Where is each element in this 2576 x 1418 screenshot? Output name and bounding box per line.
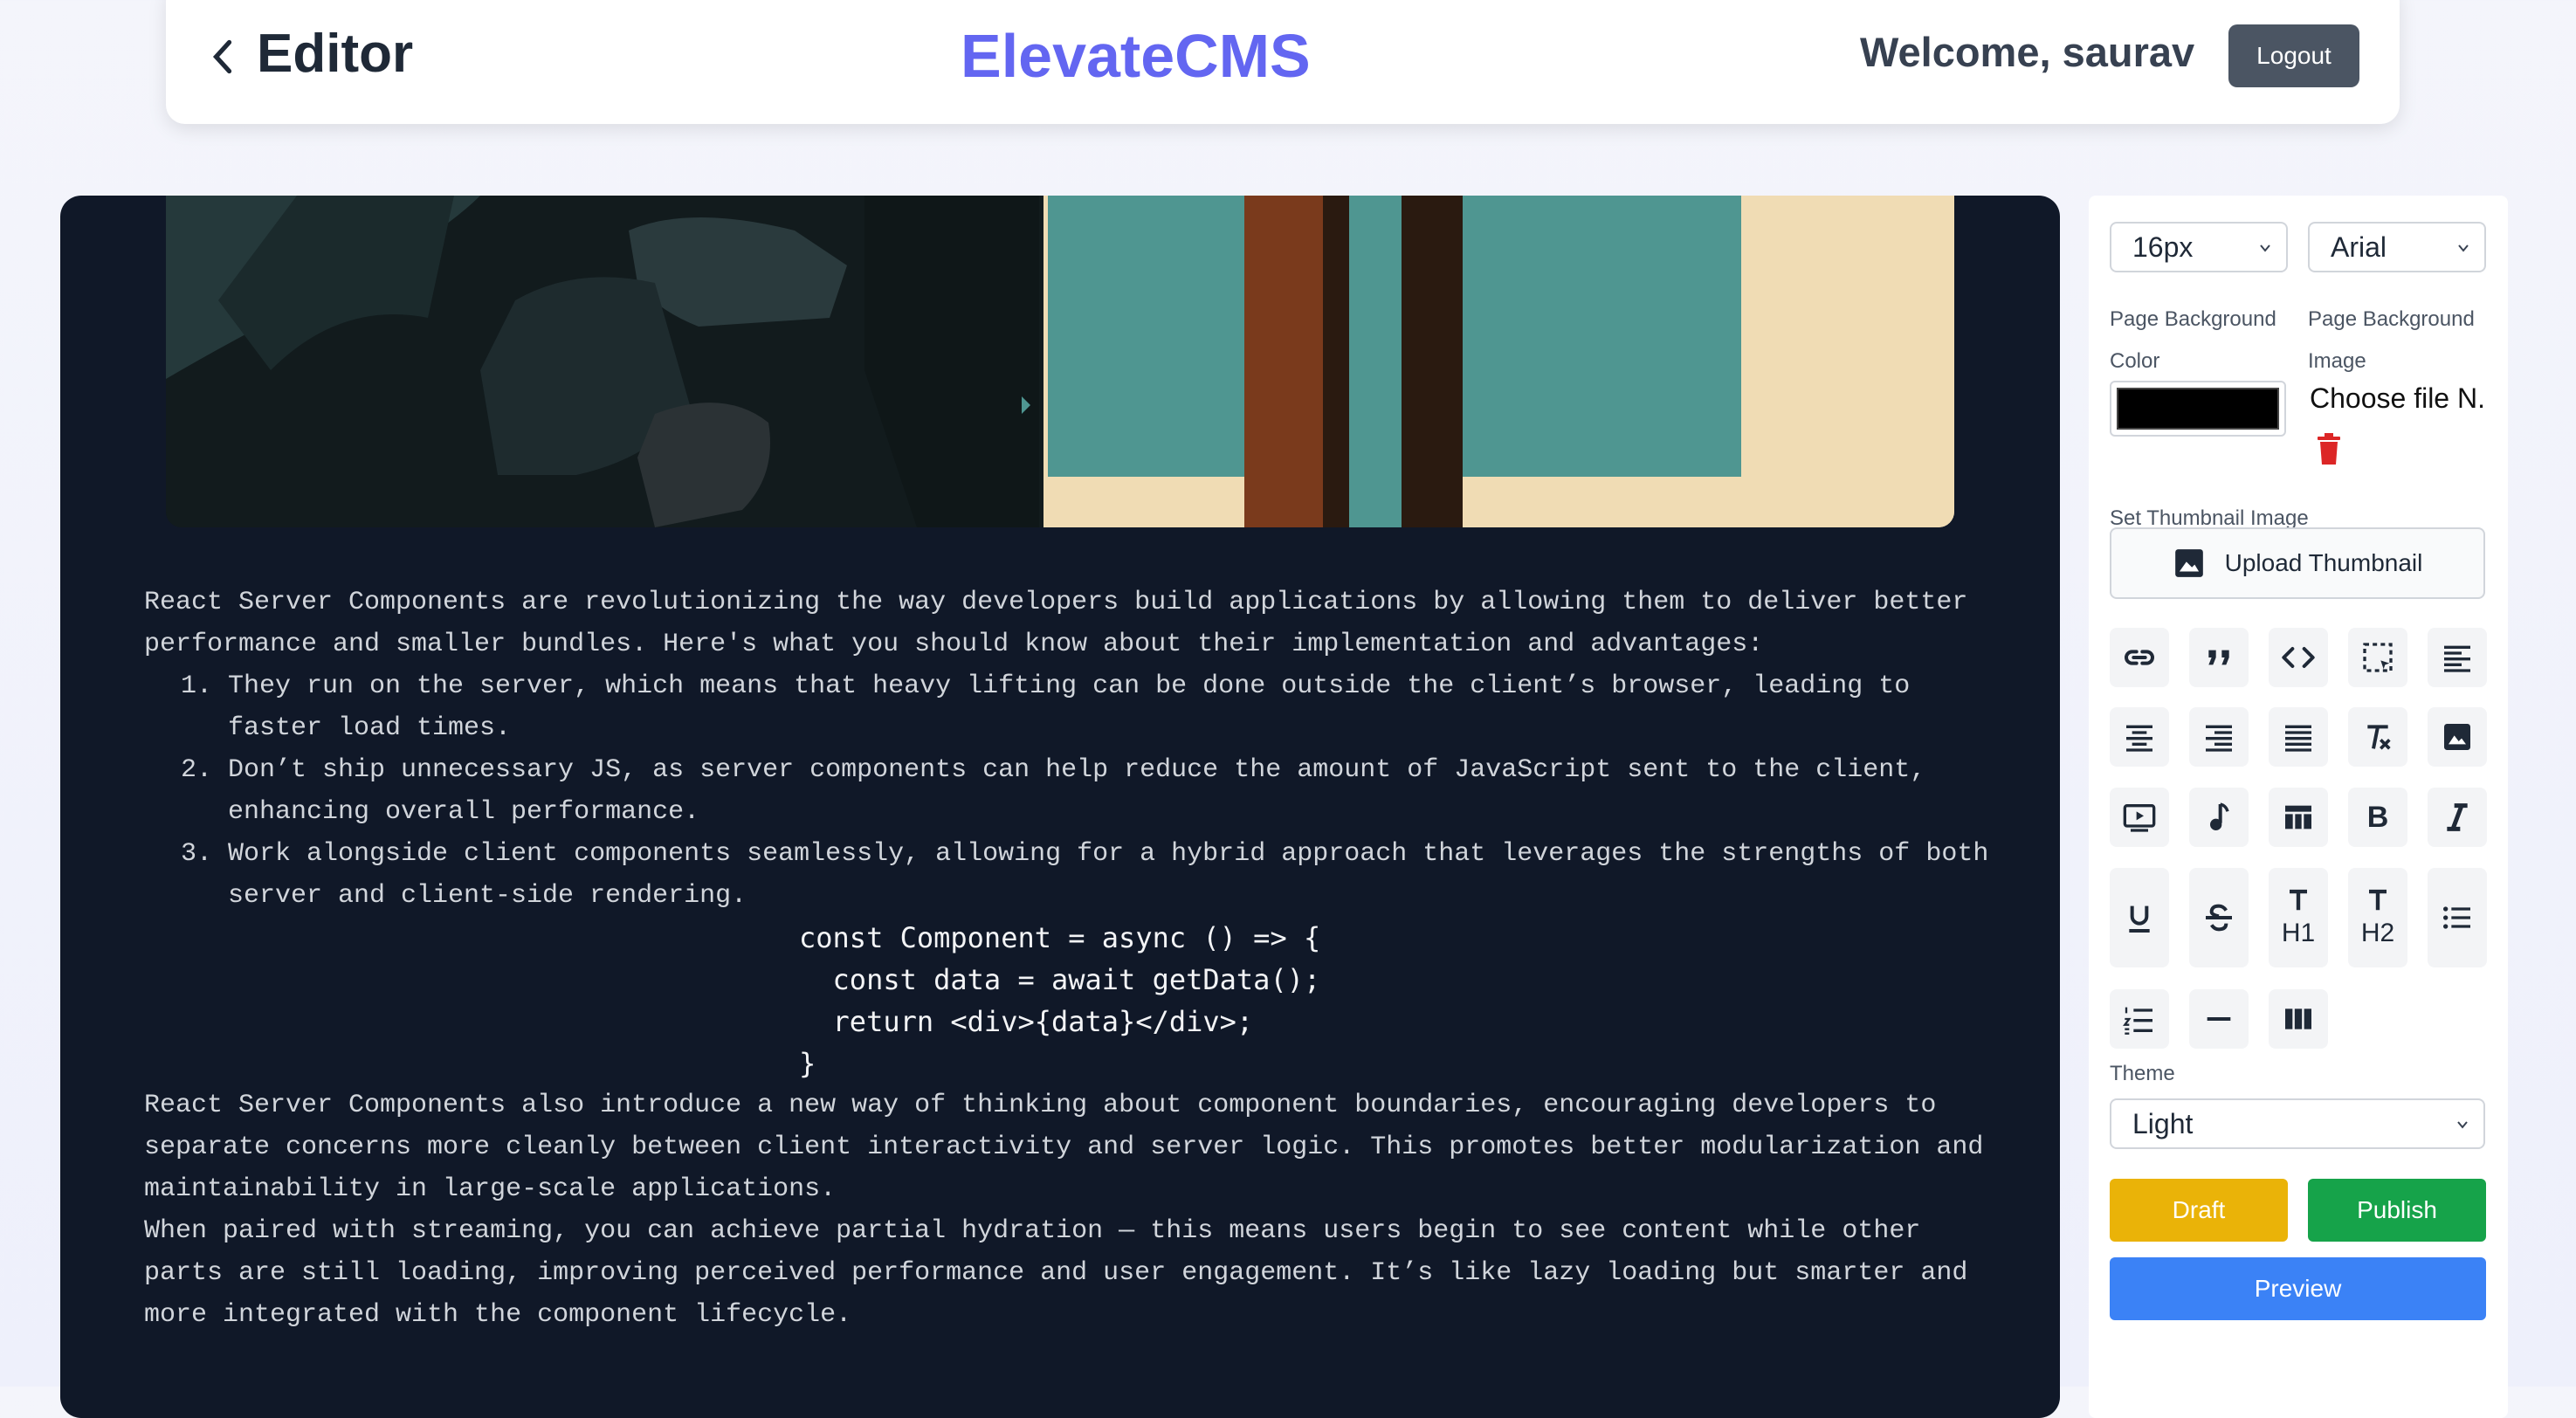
bg-color-label: Page Background Color — [2110, 307, 2276, 373]
article-list: They run on the server, which means that… — [144, 665, 1995, 917]
bg-image-label: Page Background Image — [2308, 307, 2475, 373]
brand-logo[interactable]: ElevateCMS — [961, 21, 1311, 91]
numbered-list-button[interactable] — [2110, 989, 2169, 1049]
bold-button[interactable]: B — [2348, 788, 2407, 847]
clear-format-icon — [2367, 725, 2391, 750]
back-button[interactable] — [210, 35, 236, 79]
bullet-list-button[interactable] — [2428, 868, 2487, 967]
insert-audio-button[interactable] — [2189, 788, 2249, 847]
publish-button[interactable]: Publish — [2308, 1179, 2486, 1242]
link-icon — [2125, 650, 2154, 665]
horizontal-rule-icon — [2207, 1017, 2231, 1021]
strikethrough-button[interactable] — [2189, 868, 2249, 967]
music-note-icon — [2210, 802, 2229, 830]
theme-value: Light — [2132, 1107, 2194, 1139]
preview-button[interactable]: Preview — [2110, 1257, 2486, 1320]
table-icon — [2285, 805, 2311, 829]
heading2-label: H2 — [2360, 919, 2395, 947]
video-icon — [2123, 804, 2156, 832]
chevron-down-icon — [2457, 1121, 2468, 1129]
font-size-select[interactable]: 16px — [2110, 222, 2288, 272]
code-line: const data = await getData(); — [799, 963, 1321, 996]
heading1-label: H1 — [2281, 919, 2316, 947]
horizontal-rule-button[interactable] — [2189, 989, 2249, 1049]
trash-icon[interactable] — [2316, 431, 2342, 466]
font-family-value: Arial — [2331, 231, 2387, 263]
article-content[interactable]: React Server Components are revolutioniz… — [144, 582, 1995, 1336]
insert-table-button[interactable] — [2269, 788, 2328, 847]
font-size-value: 16px — [2132, 231, 2194, 263]
bg-image-file-input[interactable]: Choose file N. — [2310, 382, 2485, 415]
quote-icon — [2208, 650, 2229, 665]
list-item: Work alongside client components seamles… — [228, 833, 1995, 917]
hero-illustration — [166, 196, 1954, 527]
theme-select[interactable]: Light — [2110, 1098, 2485, 1149]
image-icon — [2444, 724, 2470, 750]
underline-icon — [2129, 905, 2150, 933]
bold-icon: B — [2366, 800, 2389, 834]
align-right-button[interactable] — [2189, 707, 2249, 767]
hero-image — [166, 196, 1954, 527]
align-left-button[interactable] — [2428, 628, 2487, 687]
clear-format-button[interactable] — [2348, 707, 2407, 767]
heading-icon — [2369, 889, 2387, 911]
chevron-left-icon — [212, 39, 232, 74]
list-item: They run on the server, which means that… — [228, 665, 1995, 749]
theme-label: Theme — [2110, 1062, 2175, 1085]
columns-button[interactable] — [2269, 989, 2328, 1049]
article-paragraph: When paired with streaming, you can achi… — [144, 1216, 1984, 1330]
draft-button[interactable]: Draft — [2110, 1179, 2288, 1242]
article-paragraph-intro: React Server Components are revolutioniz… — [144, 588, 1984, 659]
code-line: } — [799, 1047, 816, 1080]
color-swatch-fill — [2117, 388, 2279, 430]
underline-button[interactable] — [2110, 868, 2169, 967]
image-icon — [2174, 549, 2203, 577]
heading-icon — [2290, 889, 2307, 911]
welcome-text: Welcome, saurav — [1860, 29, 2195, 75]
align-right-icon — [2206, 725, 2232, 752]
code-line: return <div>{data}</div>; — [799, 1005, 1254, 1038]
bg-color-picker[interactable] — [2110, 381, 2286, 437]
align-justify-button[interactable] — [2269, 707, 2328, 767]
strikethrough-icon — [2206, 904, 2232, 932]
font-family-select[interactable]: Arial — [2308, 222, 2486, 272]
numbered-list-icon — [2123, 1007, 2152, 1035]
page-title: Editor — [257, 24, 414, 84]
insert-image-button[interactable] — [2428, 707, 2487, 767]
select-icon — [2363, 643, 2393, 672]
select-all-button[interactable] — [2348, 628, 2407, 687]
upload-thumbnail-button[interactable]: Upload Thumbnail — [2110, 527, 2485, 599]
code-button[interactable] — [2269, 628, 2328, 687]
italic-icon — [2447, 803, 2468, 831]
article-paragraph: React Server Components also introduce a… — [144, 1091, 2000, 1204]
bullet-list-icon — [2443, 906, 2470, 929]
list-item: Don’t ship unnecessary JS, as server com… — [228, 749, 1995, 833]
insert-video-button[interactable] — [2110, 788, 2169, 847]
chevron-down-icon — [2458, 244, 2469, 252]
code-line: const Component = async () => { — [799, 921, 1321, 954]
blockquote-button[interactable] — [2189, 628, 2249, 687]
upload-thumbnail-label: Upload Thumbnail — [2224, 549, 2423, 576]
chevron-down-icon — [2260, 244, 2270, 252]
align-center-button[interactable] — [2110, 707, 2169, 767]
align-justify-icon — [2285, 725, 2311, 752]
code-block: const Component = async () => { const da… — [144, 917, 1995, 1084]
settings-sidebar: 16px Arial Page Background Color Page Ba… — [2089, 196, 2508, 1418]
top-header: Editor ElevateCMS Welcome, saurav Logout — [166, 0, 2400, 124]
code-icon — [2282, 647, 2315, 668]
logout-button[interactable]: Logout — [2228, 24, 2359, 87]
align-left-icon — [2444, 645, 2470, 672]
heading1-button[interactable]: H1 — [2269, 868, 2328, 967]
columns-icon — [2285, 1008, 2311, 1029]
italic-button[interactable] — [2428, 788, 2487, 847]
editor-panel[interactable]: React Server Components are revolutioniz… — [60, 196, 2060, 1418]
align-center-icon — [2126, 725, 2152, 752]
heading2-button[interactable]: H2 — [2348, 868, 2407, 967]
link-button[interactable] — [2110, 628, 2169, 687]
